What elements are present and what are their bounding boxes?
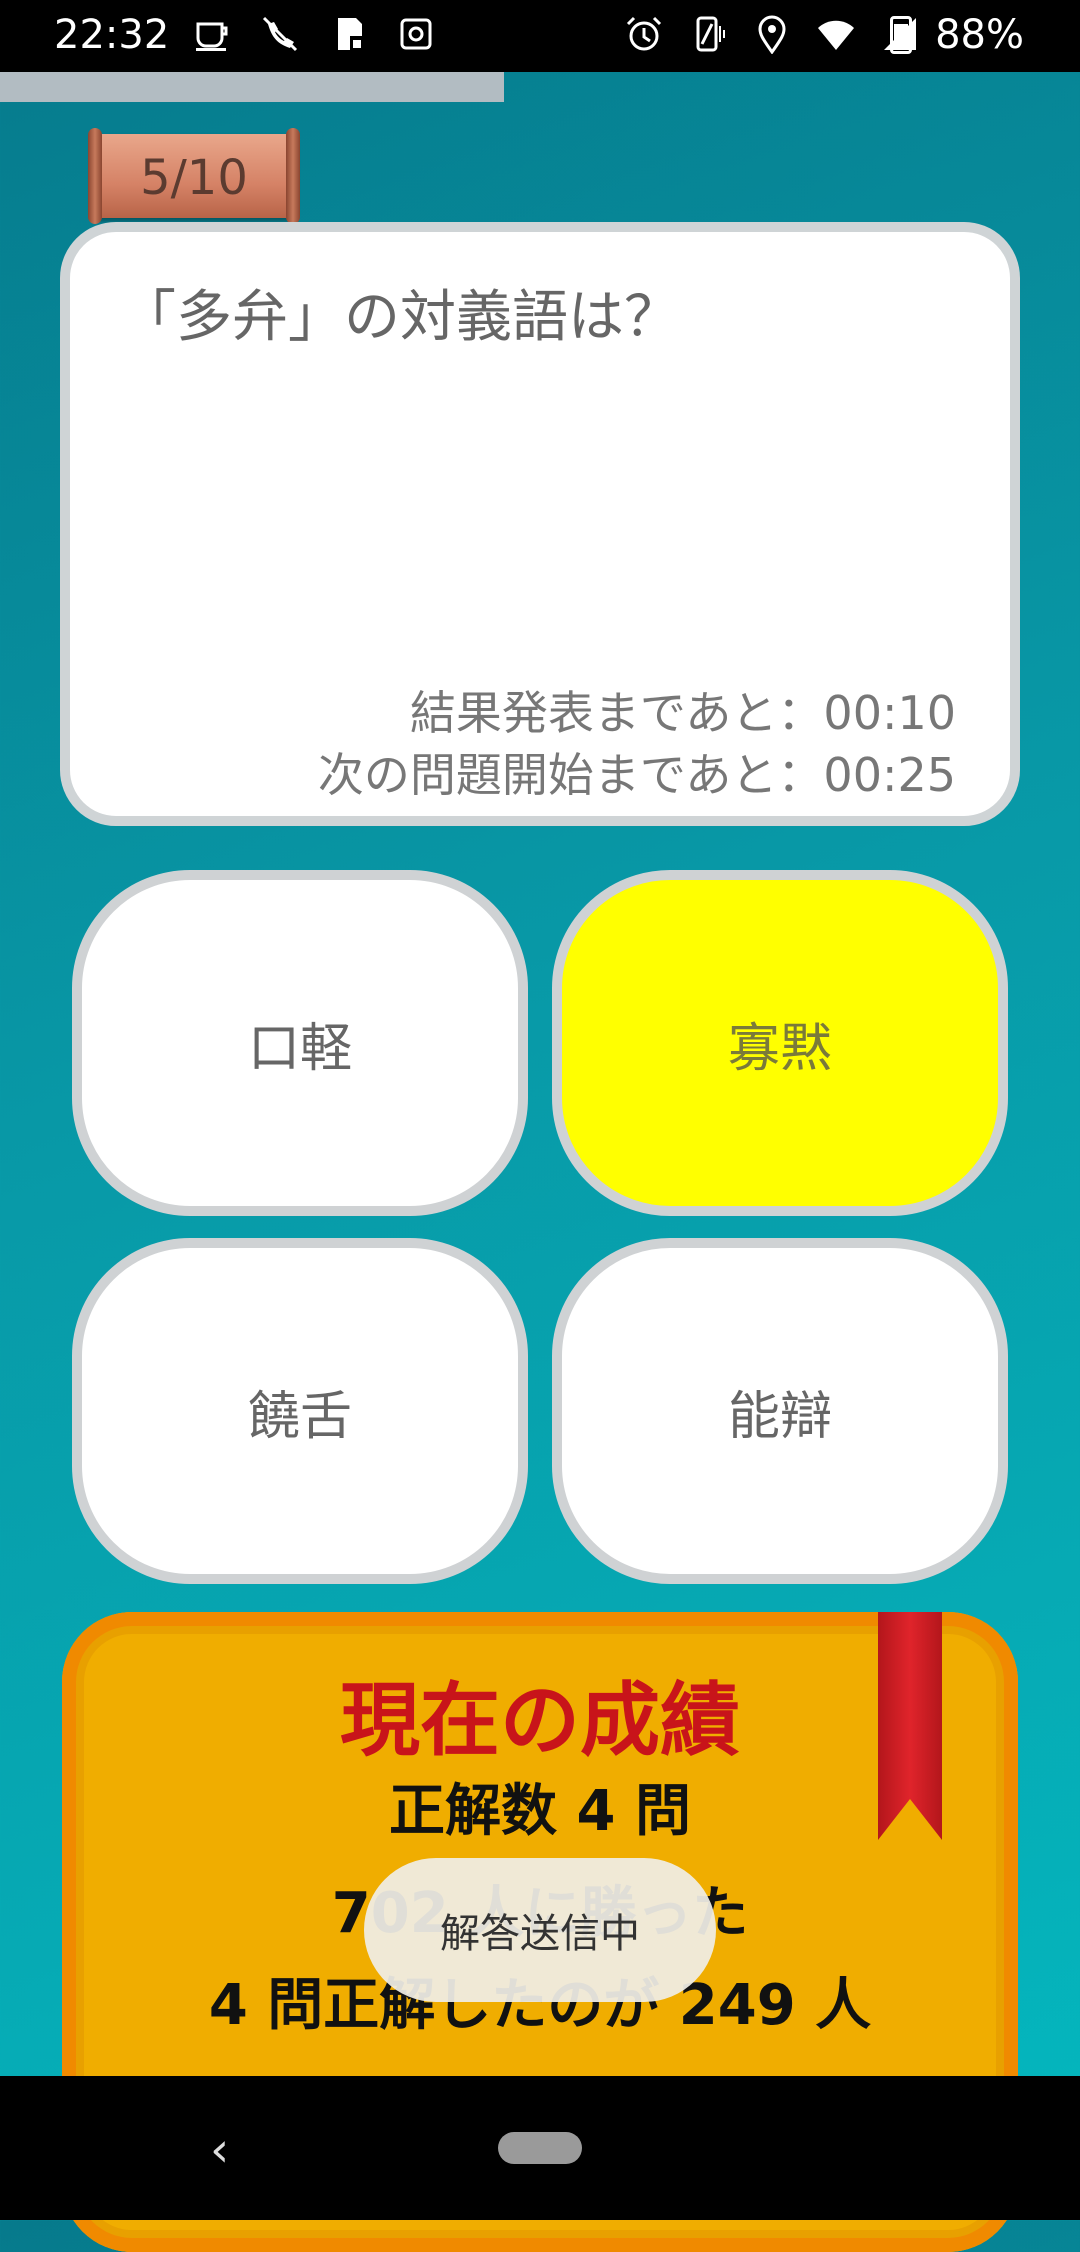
status-right-icons — [624, 14, 920, 54]
question-number: 5/10 — [140, 150, 248, 206]
alarm-icon — [626, 16, 662, 51]
question-card: 「多弁」の対義語は？ 結果発表まであと：00:10 次の問題開始まであと：00:… — [60, 222, 1020, 826]
vibrate-icon — [696, 16, 725, 52]
sd-card-icon — [338, 18, 364, 50]
location-icon — [758, 15, 786, 54]
results-title: 現在の成績 — [340, 1674, 740, 1767]
quiz-progress-fill — [0, 72, 504, 102]
battery-icon — [890, 16, 912, 54]
home-pill-icon[interactable] — [498, 2132, 582, 2164]
back-icon[interactable]: ‹ — [210, 2122, 229, 2178]
battery-percent: 88% — [935, 12, 1024, 58]
question-text: 「多弁」の対義語は？ — [120, 285, 680, 350]
result-timer: 結果発表まであと：00:10 — [409, 686, 956, 740]
choice-button-2[interactable]: 寡黙 — [552, 870, 1008, 1216]
choice-button-1[interactable]: 口軽 — [72, 870, 528, 1216]
wifi-icon — [818, 20, 854, 50]
status-left-icons — [192, 14, 436, 54]
gear-icon — [400, 18, 432, 50]
cup-icon — [196, 22, 228, 51]
next-question-timer: 次の問題開始まであと：00:25 — [317, 748, 956, 802]
navigation-bar: ‹ — [0, 2076, 1080, 2220]
choice-button-3[interactable]: 饒舌 — [72, 1238, 528, 1584]
quiz-progress-bar — [0, 72, 1080, 102]
choice-button-4[interactable]: 能辯 — [552, 1238, 1008, 1584]
correct-count: 正解数 4 問 — [389, 1779, 691, 1844]
timers: 結果発表まであと：00:10 次の問題開始まであと：00:25 — [318, 682, 956, 806]
call-off-icon — [262, 16, 298, 52]
status-bar: 22:32 88% — [0, 0, 1080, 72]
status-time: 22:32 — [54, 12, 170, 58]
question-number-badge: 5/10 — [88, 128, 300, 224]
toast-message: 解答送信中 — [364, 1858, 716, 2002]
